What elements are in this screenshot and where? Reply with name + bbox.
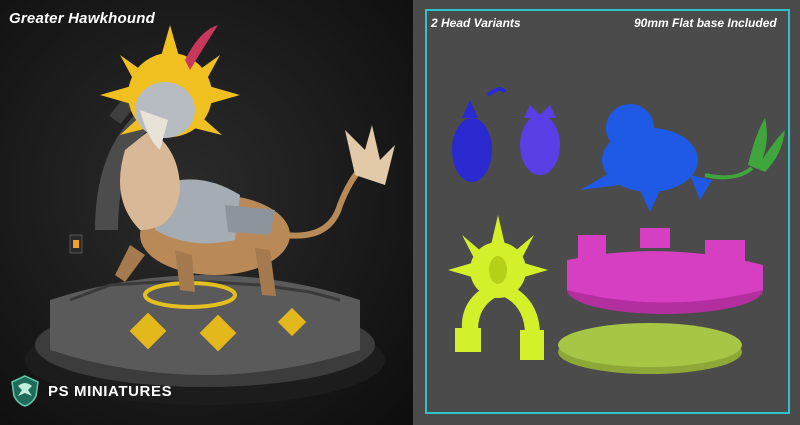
product-title: Greater Hawkhound — [9, 10, 155, 27]
brand-name: PS MINIATURES — [48, 382, 173, 400]
brand-logo: PS MINIATURES — [8, 374, 172, 408]
base-included-label: 90mm Flat base Included — [634, 16, 777, 30]
parts-frame — [425, 9, 790, 414]
painted-miniature-illustration — [25, 25, 395, 405]
product-image: Greater Hawkhound PS MINIATURES 2 Head V… — [0, 0, 800, 425]
painted-miniature-panel: Greater Hawkhound PS MINIATURES — [0, 0, 413, 425]
dragon-shield-logo-icon — [11, 375, 39, 407]
tail — [284, 167, 363, 239]
head-variants-label: 2 Head Variants — [431, 16, 521, 30]
